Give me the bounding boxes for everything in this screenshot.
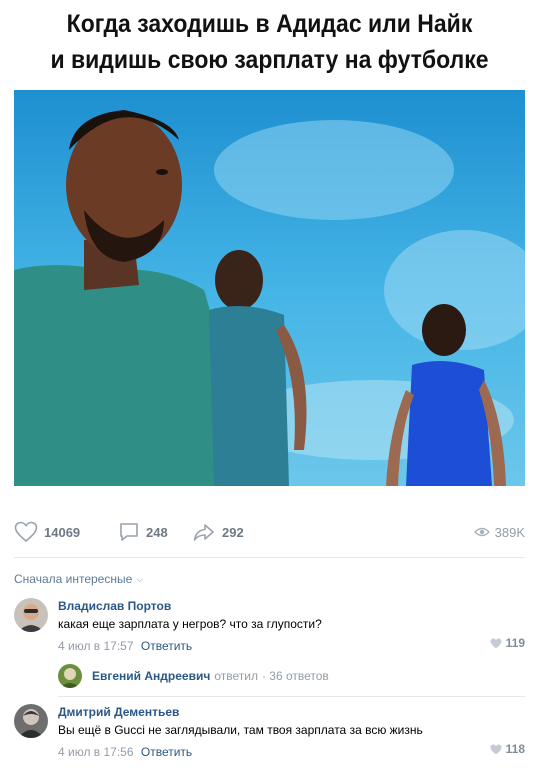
share-count: 292 (222, 524, 244, 540)
divider (58, 696, 525, 697)
comment-like-button[interactable]: 118 (490, 742, 525, 756)
replies-summary[interactable]: Евгений Андреевич ответил · 36 ответов (58, 664, 329, 688)
comment-count: 248 (146, 524, 168, 540)
like-count: 14069 (44, 524, 81, 540)
view-counter: 389K (473, 516, 525, 548)
post-photo[interactable] (14, 90, 525, 486)
avatar-image (14, 704, 48, 738)
reply-button[interactable]: Ответить (141, 639, 192, 653)
comment-like-count: 119 (505, 636, 525, 650)
reply-count[interactable]: · 36 ответов (262, 669, 329, 683)
avatar[interactable] (14, 704, 48, 738)
divider (14, 557, 525, 558)
comment-text: какая еще зарплата у негров? что за глуп… (58, 617, 322, 631)
comment-date[interactable]: 4 июл в 17:57 (58, 639, 134, 653)
meme-caption-line-1: Когда заходишь в Адидас или Найк (66, 10, 473, 38)
avatar[interactable] (14, 598, 48, 632)
comment-like-count: 118 (505, 742, 525, 756)
heart-icon (490, 744, 502, 754)
reply-verb: ответил (214, 669, 258, 683)
comments-sort-dropdown[interactable]: Сначала интересные ⌵ (14, 572, 143, 586)
comment-item: Владислав Портов какая еще зарплата у не… (14, 598, 525, 658)
meme-caption-line-2: и видишь свою зарплату на футболке (50, 46, 489, 74)
photo-illustration (14, 90, 525, 486)
comment-button[interactable]: 248 (118, 516, 168, 548)
avatar-image (58, 664, 82, 688)
comment-item: Дмитрий Дементьев Вы ещё в Gucci не загл… (14, 704, 525, 764)
comment-content: Владислав Портов какая еще зарплата у не… (58, 598, 525, 654)
chevron-down-icon: ⌵ (136, 573, 144, 584)
comment-meta: 4 июл в 17:57 Ответить (58, 638, 525, 654)
like-button[interactable]: 14069 (14, 516, 80, 548)
heart-icon (14, 521, 38, 543)
view-count: 389K (494, 524, 525, 540)
comment-icon (120, 523, 138, 541)
heart-icon (490, 638, 502, 648)
eye-icon (473, 527, 490, 537)
reply-author[interactable]: Евгений Андреевич (92, 669, 210, 683)
avatar[interactable] (58, 664, 82, 688)
avatar-image (14, 598, 48, 632)
comment-like-button[interactable]: 119 (490, 636, 525, 650)
reply-button[interactable]: Ответить (141, 745, 192, 759)
comment-text: Вы ещё в Gucci не заглядывали, там твоя … (58, 723, 423, 737)
meme-caption: Когда заходишь в Адидас или Найк и видиш… (22, 6, 518, 78)
post-actions: 14069 248 292 389K (14, 516, 525, 548)
comment-author[interactable]: Дмитрий Дементьев (58, 704, 525, 720)
comment-date[interactable]: 4 июл в 17:56 (58, 745, 134, 759)
share-button[interactable]: 292 (192, 516, 244, 548)
comments-sort-label: Сначала интересные (14, 572, 133, 586)
comment-meta: 4 июл в 17:56 Ответить (58, 744, 525, 760)
comment-content: Дмитрий Дементьев Вы ещё в Gucci не загл… (58, 704, 525, 760)
comment-author[interactable]: Владислав Портов (58, 598, 525, 614)
share-icon (193, 524, 214, 541)
